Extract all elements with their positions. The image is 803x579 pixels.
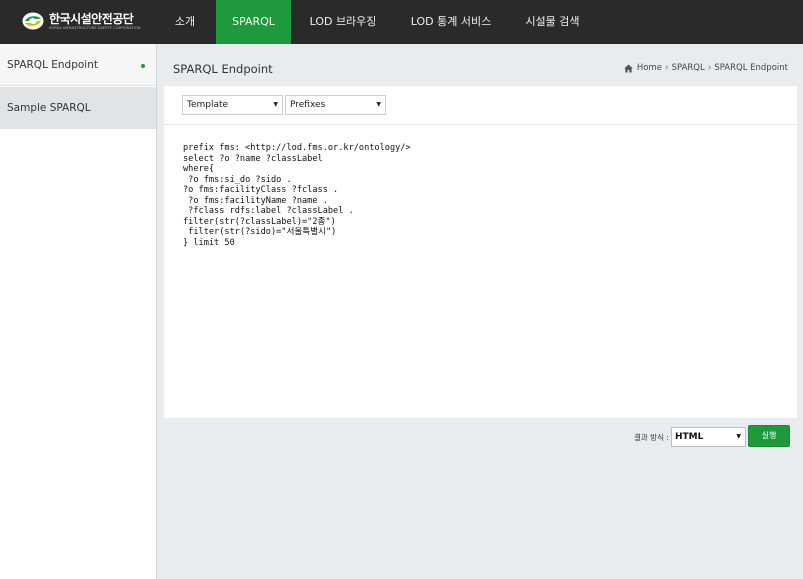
result-format-select[interactable]: HTML ▼	[671, 427, 746, 447]
run-button[interactable]: 실행	[748, 425, 790, 447]
query-toolbar: Template ▼ Prefixes ▼	[164, 86, 797, 125]
template-select[interactable]: Template ▼	[182, 95, 283, 115]
query-editor[interactable]: prefix fms: <http://lod.fms.or.kr/ontolo…	[183, 143, 411, 248]
breadcrumb-sparql[interactable]: SPARQL	[672, 63, 705, 73]
logo-title: 한국시설안전공단	[49, 12, 134, 26]
result-format-value: HTML	[675, 432, 704, 442]
sidebar-item-label: SPARQL Endpoint	[7, 59, 98, 71]
caret-down-icon: ▼	[273, 101, 278, 108]
logo-subtitle: KOREA INFRASTRUCTURE SAFETY CORPORATION	[49, 26, 141, 30]
sidebar-item-sample-sparql[interactable]: Sample SPARQL	[0, 87, 156, 129]
logo[interactable]: 한국시설안전공단 KOREA INFRASTRUCTURE SAFETY COR…	[22, 10, 142, 34]
nav-item-sparql[interactable]: SPARQL	[216, 0, 291, 44]
page-title: SPARQL Endpoint	[173, 62, 273, 76]
nav-item-intro[interactable]: 소개	[160, 0, 210, 44]
nav-item-lod-stats[interactable]: LOD 통계 서비스	[402, 0, 500, 44]
top-navbar: 한국시설안전공단 KOREA INFRASTRUCTURE SAFETY COR…	[0, 0, 803, 44]
chevron-right-icon: ›	[707, 63, 712, 73]
breadcrumb-home[interactable]: Home	[637, 63, 662, 73]
nav-item-lod-browsing[interactable]: LOD 브라우징	[300, 0, 386, 44]
caret-down-icon: ▼	[376, 101, 381, 108]
chevron-right-icon: ›	[664, 63, 669, 73]
breadcrumb: Home › SPARQL › SPARQL Endpoint	[624, 63, 788, 73]
prefixes-select-value: Prefixes	[290, 100, 326, 110]
breadcrumb-current: SPARQL Endpoint	[714, 63, 788, 73]
sidebar-item-label: Sample SPARQL	[7, 102, 91, 114]
sidebar: SPARQL Endpoint Sample SPARQL	[0, 44, 157, 579]
query-panel: Template ▼ Prefixes ▼ prefix fms: <http:…	[164, 86, 797, 418]
sidebar-item-sparql-endpoint[interactable]: SPARQL Endpoint	[0, 44, 156, 86]
template-select-value: Template	[187, 100, 229, 110]
logo-mark-icon	[22, 12, 44, 30]
result-format-label: 결과 방식 :	[634, 433, 669, 442]
caret-down-icon: ▼	[736, 433, 741, 440]
prefixes-select[interactable]: Prefixes ▼	[285, 95, 386, 115]
active-dot-icon	[141, 64, 145, 68]
home-icon	[624, 63, 633, 73]
nav-item-facility-search[interactable]: 시설물 검색	[515, 0, 590, 44]
